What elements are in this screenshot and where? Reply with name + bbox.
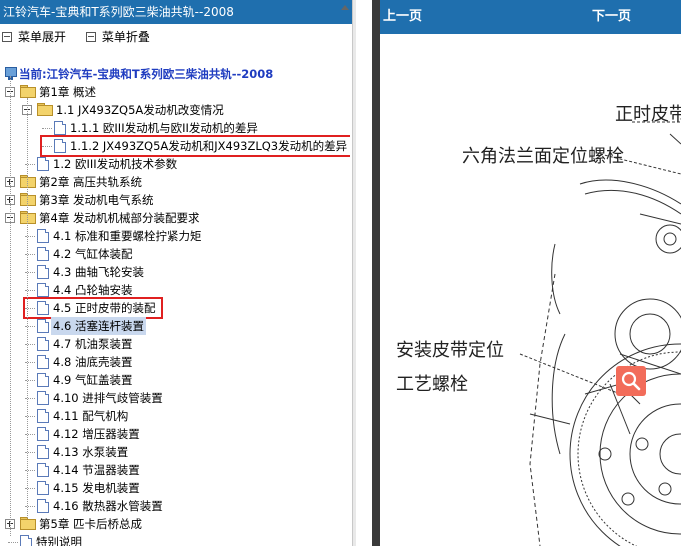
tree-doc-item[interactable]: 4.1 标准和重要螺栓拧紧力矩 [0,227,350,245]
tree-item-label: 4.3 曲轴飞轮安装 [53,265,144,279]
folder-icon [20,85,36,98]
tree-connector [8,542,18,543]
document-icon [37,463,49,477]
tree-item-label: 1.2 欧III发动机技术参数 [53,157,178,171]
highlight-box [23,297,163,319]
label-install-belt: 安装皮带定位 [396,340,504,361]
tree-doc-item[interactable]: 1.1.2 JX493ZQ5A发动机和JX493ZLQ3发动机的差异 [0,135,350,157]
folder-icon [37,103,53,116]
document-icon [37,481,49,495]
tree-item-label: 第2章 高压共轨系统 [39,175,142,189]
collapse-menu-label: 菜单折叠 [101,30,150,44]
tree-doc-item[interactable]: 4.10 进排气歧管装置 [0,389,350,407]
tree-item-label: 4.1 标准和重要螺栓拧紧力矩 [53,229,202,243]
tree-doc-item[interactable]: 4.3 曲轴飞轮安装 [0,263,350,281]
expand-menu-label: 菜单展开 [18,30,67,44]
document-icon [37,355,49,369]
tree-item-label: 4.10 进排气歧管装置 [53,391,163,405]
document-icon [37,283,49,297]
tree-item-label: 4.7 机油泵装置 [53,337,133,351]
collapse-icon [85,32,96,42]
frame-border [372,0,380,546]
tree-item-label: 4.6 活塞连杆装置 [51,317,146,335]
document-icon [37,229,49,243]
tree-item-label: 4.8 油底壳装置 [53,355,133,369]
tree-item-label: 4.2 气缸体装配 [53,247,133,261]
folder-icon [20,517,36,530]
label-hex-flange-bolt: 六角法兰面定位螺栓 [462,146,624,167]
tree-doc-item[interactable]: 4.15 发电机装置 [0,479,350,497]
engine-diagram: 正时皮带 六角法兰面定位螺栓 安装皮带定位 工艺螺栓 [380,34,681,546]
tree-item-label: 4.13 水泵装置 [53,445,129,459]
tree-doc-item[interactable]: 4.7 机油泵装置 [0,335,350,353]
document-icon [37,337,49,351]
tree-doc-item[interactable]: 1.2 欧III发动机技术参数 [0,155,350,173]
tree-item-label: 4.16 散热器水管装置 [53,499,163,513]
tree-doc-item[interactable]: 4.14 节温器装置 [0,461,350,479]
tree-item-label: 第3章 发动机电气系统 [39,193,154,207]
tree-item-label: 4.15 发电机装置 [53,481,140,495]
toc-title: 江铃汽车-宝典和T系列欧三柴油共轨--2008 [0,0,352,24]
gutter [356,0,372,546]
tree-doc-item[interactable]: 4.5 正时皮带的装配 [0,297,350,319]
tree-doc-item[interactable]: 特别说明 [0,533,350,546]
tree-doc-item[interactable]: 4.12 增压器装置 [0,425,350,443]
tree-item-label: 4.14 节温器装置 [53,463,140,477]
tree-folder-item[interactable]: 第3章 发动机电气系统 [0,191,350,209]
highlight-box [40,135,350,157]
document-icon [37,427,49,441]
tree-doc-item[interactable]: 4.6 活塞连杆装置 [0,317,350,335]
tree-doc-item[interactable]: 4.11 配气机构 [0,407,350,425]
tree-doc-item[interactable]: 4.13 水泵装置 [0,443,350,461]
tree-connector [42,128,52,129]
expand-menu-button[interactable]: 菜单展开 [0,28,66,46]
document-icon [54,121,66,135]
toc-tree[interactable]: 当前:江铃汽车-宝典和T系列欧三柴油共轨--2008 第1章 概述 1.1 JX4… [0,58,350,546]
tree-folder-item[interactable]: 第1章 概述 [0,83,350,101]
prev-page-link[interactable]: 上一页 [383,0,422,34]
document-icon [37,499,49,513]
label-timing-belt: 正时皮带 [615,104,681,125]
tree-doc-item[interactable]: 4.2 气缸体装配 [0,245,350,263]
content-panel: 上一页 下一页 正时皮带 六角法兰面定位螺栓 安装皮带定位 工艺螺栓 [380,0,681,546]
tree-item-label: 4.12 增压器装置 [53,427,140,441]
tree-item-label: 特别说明 [36,535,82,546]
label-process-bolt: 工艺螺栓 [396,374,468,395]
document-icon [37,373,49,387]
document-icon [37,391,49,405]
tree-item-label: 第4章 发动机机械部分装配要求 [39,211,200,225]
scroll-up-arrow-icon[interactable] [339,2,351,14]
tree-item-label: 1.1 JX493ZQ5A发动机改变情况 [56,103,224,117]
tree-doc-item[interactable]: 4.8 油底壳装置 [0,353,350,371]
tree-root-label: 当前:江铃汽车-宝典和T系列欧三柴油共轨--2008 [19,67,274,81]
tree-item-label: 第5章 匹卡后桥总成 [39,517,142,531]
tree-item-label: 第1章 概述 [39,85,96,99]
document-icon [37,445,49,459]
document-icon [37,157,49,171]
document-icon [37,409,49,423]
tree-root[interactable]: 当前:江铃汽车-宝典和T系列欧三柴油共轨--2008 [4,65,273,83]
tree-folder-item[interactable]: 第5章 匹卡后桥总成 [0,515,350,533]
tree-folder-item[interactable]: 1.1 JX493ZQ5A发动机改变情况 [0,101,350,119]
next-page-link[interactable]: 下一页 [592,0,631,34]
collapse-menu-button[interactable]: 菜单折叠 [84,28,150,46]
document-icon [37,247,49,261]
tree-guide-line [27,98,28,518]
document-icon [20,535,32,546]
expand-icon [2,32,12,42]
tree-folder-item[interactable]: 第4章 发动机机械部分装配要求 [0,209,350,227]
zoom-button[interactable] [616,366,646,396]
tree-item-label: 4.11 配气机构 [53,409,129,423]
tree-doc-item[interactable]: 4.9 气缸盖装置 [0,371,350,389]
tree-doc-item[interactable]: 4.16 散热器水管装置 [0,497,350,515]
menu-bar: 菜单展开 菜单折叠 [0,28,164,46]
magnifier-icon [621,371,641,391]
page-nav-bar: 上一页 下一页 [380,0,681,34]
toc-panel: 江铃汽车-宝典和T系列欧三柴油共轨--2008 菜单展开 菜单折叠 当前:江铃汽… [0,0,352,546]
document-icon [37,319,49,333]
tree-folder-item[interactable]: 第2章 高压共轨系统 [0,173,350,191]
document-icon [37,265,49,279]
tree-guide-line [10,76,11,536]
tree-item-label: 4.9 气缸盖装置 [53,373,133,387]
